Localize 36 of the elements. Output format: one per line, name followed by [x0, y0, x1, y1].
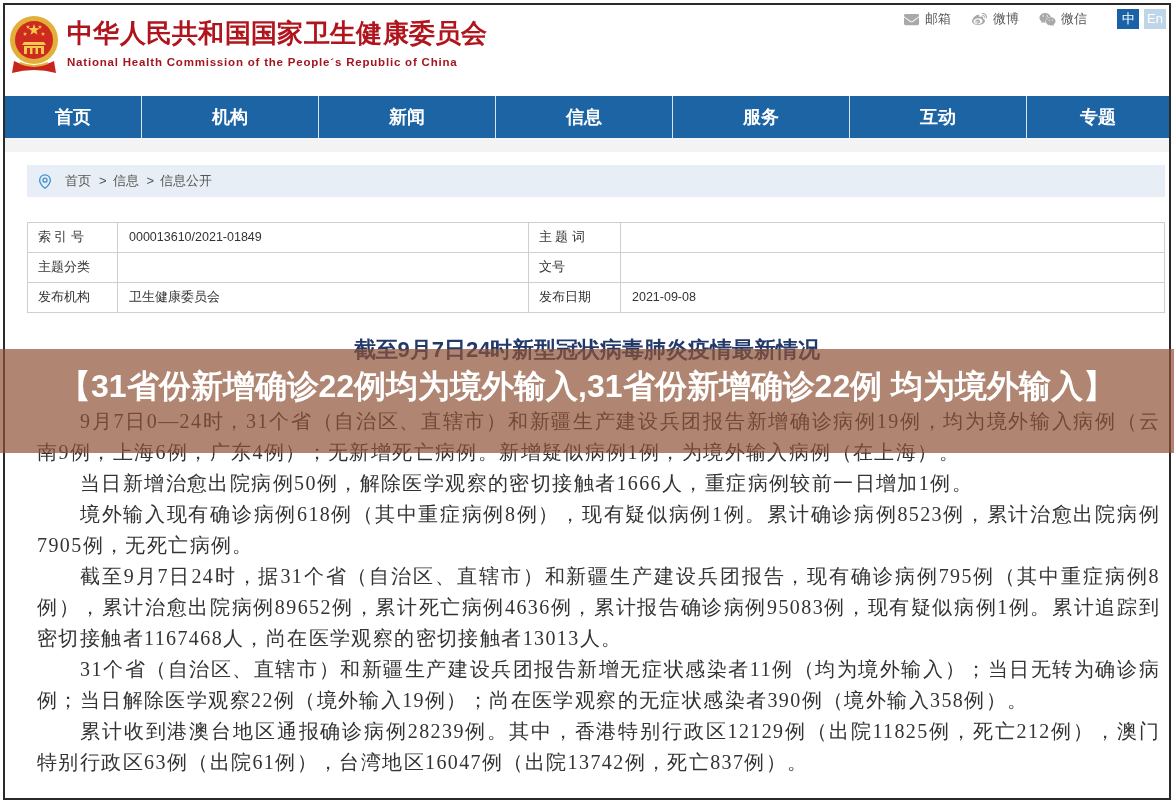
- field-value: 卫生健康委员会: [117, 282, 529, 313]
- location-pin-icon: [37, 172, 53, 190]
- article-paragraph: 9月7日0—24时，31个省（自治区、直辖市）和新疆生产建设兵团报告新增确诊病例19例，均为境外输入病例（云南9例，上海6例，广东4例）；无新增死亡病例。新增疑似病例1例，为境外输入病例（在上海）。: [37, 409, 1160, 465]
- breadcrumb-link[interactable]: 信息公开: [160, 171, 213, 191]
- field-value: 000013610/2021-01849: [117, 222, 529, 253]
- field-label: 文号: [528, 252, 621, 283]
- field-label: 发布机构: [27, 282, 118, 313]
- link-label: 微信: [1061, 10, 1087, 29]
- article-paragraph: 31个省（自治区、直辖市）和新疆生产建设兵团报告新增无症状感染者11例（均为境外输入）；当日无转为确诊病例；当日解除医学观察22例（境外输入19例）；尚在医学观察的无症状感染者390例（境外输入358例）。: [37, 657, 1160, 713]
- field-label: 索 引 号: [27, 222, 118, 253]
- article-paragraph: 累计收到港澳台地区通报确诊病例28239例。其中，香港特别行政区12129例（出院11825例，死亡212例），澳门特别行政区63例（出院61例），台湾地区16047例（出院13742例，死亡837例）。: [37, 719, 1160, 775]
- field-value: 2021-09-08: [620, 282, 1165, 313]
- site-title: 中华人民共和国国家卫生健康委员会: [67, 18, 488, 48]
- chat-bubbles-icon: [1039, 11, 1056, 27]
- breadcrumb-link[interactable]: 信息: [112, 171, 139, 191]
- breadcrumb-link[interactable]: 首页: [65, 171, 91, 191]
- field-label: 主 题 词: [528, 222, 621, 253]
- breadcrumb-separator: >: [99, 172, 107, 191]
- article-paragraph: 截至9月7日24时，据31个省（自治区、直辖市）和新疆生产建设兵团报告，现有确诊病例795例（其中重症病例8例），累计治愈出院病例89652例，累计死亡病例4636例，累计报告确诊病例95083例，现有疑似病例1例。累计追踪到密切接触者1167468人，尚在医学观察的密切接触者13013人。: [37, 564, 1160, 651]
- field-label: 主题分类: [27, 252, 118, 283]
- article-paragraph: 当日新增治愈出院病例50例，解除医学观察的密切接触者1666人，重症病例较前一日增加1例。: [79, 471, 974, 496]
- article-paragraph: 境外输入现有确诊病例618例（其中重症病例8例），现有疑似病例1例。累计确诊病例8523例，累计治愈出院病例7905例，无死亡病例。: [37, 502, 1160, 558]
- header-link[interactable]: 邮箱: [903, 9, 951, 29]
- field-label: 发布日期: [528, 282, 621, 313]
- mail-icon: [903, 11, 920, 27]
- emblem-icon: [8, 15, 60, 75]
- language-toggle[interactable]: 中: [1117, 9, 1139, 29]
- site-subtitle: National Health Commission of the People´s Republic of China: [67, 55, 459, 69]
- nav-link[interactable]: 首页: [5, 96, 141, 138]
- link-label: 邮箱: [925, 10, 951, 29]
- header-link[interactable]: 微博: [971, 9, 1019, 29]
- header-link[interactable]: 微信: [1039, 9, 1087, 29]
- link-label: 微博: [993, 10, 1019, 29]
- breadcrumb-separator: >: [146, 172, 155, 191]
- weibo-icon: [971, 11, 988, 27]
- banner-title: 【31省份新增确诊22例均为境外输入,31省份新增确诊22例 均为境外输入】: [58, 367, 1116, 406]
